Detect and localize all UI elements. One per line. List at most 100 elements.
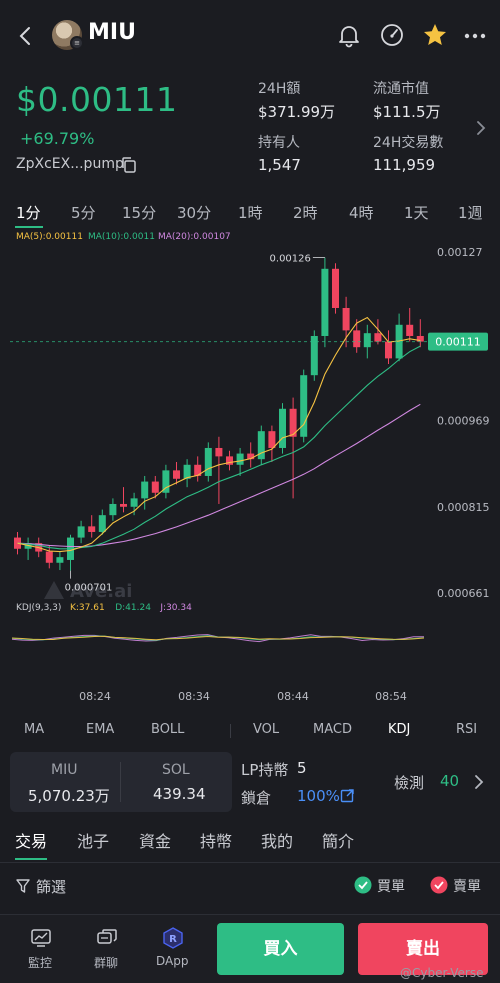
nav-monitor[interactable]: 監控: [24, 926, 60, 972]
kdj-label: KDJ(9,3,3): [16, 603, 61, 613]
timeframe-tab-1w[interactable]: 1週: [458, 202, 483, 223]
expand-stats-button[interactable]: [474, 118, 488, 138]
y-axis-tick-label: 0.000815: [437, 501, 490, 514]
candle-body: [88, 526, 96, 532]
timeframe-tab-2h[interactable]: 2時: [293, 202, 318, 223]
filter-button[interactable]: 篩選: [16, 876, 86, 896]
high-price-label: 0.00126: [270, 254, 311, 265]
check-circle-icon: [430, 876, 448, 894]
candle-body: [130, 498, 138, 507]
filter-icon: [16, 879, 30, 893]
candle-body: [374, 333, 382, 342]
copy-address-button[interactable]: [120, 156, 138, 174]
security-check-arrow[interactable]: [472, 772, 486, 792]
chevron-right-icon: [477, 121, 486, 135]
price-chart[interactable]: 0.001270.0009690.0008150.000661Ave.ai0.0…: [0, 240, 500, 710]
sell-orders-label: 賣單: [453, 879, 481, 895]
pool-quote-amount: 439.34: [153, 785, 206, 803]
x-axis-tick-label: 08:54: [375, 690, 407, 703]
candle-body: [257, 431, 265, 460]
gauge-button[interactable]: [379, 22, 405, 48]
candle-body: [332, 268, 339, 308]
price-change: +69.79%: [20, 129, 95, 148]
indicator-tab-macd[interactable]: MACD: [313, 722, 352, 737]
current-price-label: 0.00111: [435, 336, 481, 349]
nav-dapp[interactable]: R DApp: [152, 926, 194, 972]
x-axis-tick-label: 08:34: [178, 690, 210, 703]
favorite-button[interactable]: [421, 21, 449, 49]
timeframe-tab-1m[interactable]: 1分: [16, 202, 41, 223]
ma5-line: [17, 316, 421, 553]
stat-label-24h-volume: 24H額: [258, 81, 301, 97]
tab-intro[interactable]: 簡介: [322, 828, 354, 852]
indicator-tab-ma[interactable]: MA: [24, 722, 44, 737]
indicator-divider: [230, 724, 231, 738]
tab-pool[interactable]: 池子: [77, 828, 109, 852]
buy-button[interactable]: 買入: [217, 923, 344, 975]
candle-body: [279, 408, 286, 448]
candle-body: [268, 431, 276, 448]
candle-body: [120, 503, 127, 507]
candle-body: [406, 324, 414, 336]
more-button[interactable]: [463, 26, 487, 46]
candle-body: [109, 503, 117, 516]
y-axis-tick-label: 0.00127: [437, 246, 483, 259]
chain-badge-icon: ≡: [70, 36, 84, 50]
buy-orders-toggle[interactable]: 買單: [354, 875, 410, 897]
active-tab-indicator: [15, 226, 43, 228]
tab-trades[interactable]: 交易: [15, 828, 47, 852]
tab-funds[interactable]: 資金: [139, 828, 171, 852]
copy-icon: [122, 157, 136, 173]
external-link-icon[interactable]: [340, 788, 355, 803]
candle-body: [236, 453, 244, 465]
security-check-label[interactable]: 檢測: [394, 772, 424, 793]
indicator-tab-ema[interactable]: EMA: [86, 722, 114, 737]
tab-holdings[interactable]: 持幣: [200, 828, 232, 852]
monitor-icon: [31, 929, 51, 947]
candle-body: [45, 551, 53, 563]
x-axis-tick-label: 08:44: [277, 690, 309, 703]
timeframe-tab-1h[interactable]: 1時: [238, 202, 263, 223]
candle-body: [385, 341, 392, 359]
stat-label-market-cap: 流通市值: [373, 81, 429, 97]
timeframe-tab-1d[interactable]: 1天: [404, 202, 429, 223]
timeframe-tab-4h[interactable]: 4時: [349, 202, 374, 223]
security-check-score[interactable]: 40: [440, 772, 459, 790]
pool-base-amount: 5,070.23万: [28, 787, 110, 805]
candle-body: [353, 330, 361, 348]
x-axis-tick-label: 08:24: [79, 690, 111, 703]
low-price-label: 0.000701: [65, 583, 113, 594]
sell-orders-toggle[interactable]: 賣單: [430, 875, 486, 897]
pool-quote-name: SOL: [162, 762, 190, 778]
stat-label-24h-trades: 24H交易數: [373, 135, 444, 151]
candle-body: [342, 307, 350, 331]
back-button[interactable]: [14, 22, 38, 50]
gauge-icon: [381, 24, 403, 46]
indicator-tab-rsi[interactable]: RSI: [456, 722, 477, 737]
chevron-left-icon: [19, 27, 30, 45]
token-price: $0.00111: [16, 80, 178, 119]
candle-body: [173, 470, 180, 479]
ave-logo-icon: [44, 581, 64, 599]
svg-text:R: R: [169, 934, 177, 945]
lock-value[interactable]: 100%: [297, 787, 340, 805]
candle-body: [416, 335, 424, 342]
indicator-tab-kdj[interactable]: KDJ: [388, 722, 410, 737]
pool-base-name: MIU: [51, 762, 78, 778]
stat-value-holders: 1,547: [258, 156, 301, 174]
nav-dapp-label: DApp: [156, 954, 189, 968]
alert-button[interactable]: [336, 22, 362, 48]
candle-body: [321, 268, 329, 336]
kdj-value-1: D:41.24: [115, 603, 151, 613]
timeframe-tab-15m[interactable]: 15分: [122, 202, 156, 223]
candle-body: [151, 481, 159, 493]
timeframe-tab-30m[interactable]: 30分: [177, 202, 211, 223]
bell-icon: [339, 26, 359, 48]
active-main-tab-indicator: [15, 858, 47, 860]
indicator-tab-boll[interactable]: BOLL: [151, 722, 184, 737]
dapp-icon: R: [163, 927, 183, 949]
timeframe-tab-5m[interactable]: 5分: [71, 202, 96, 223]
indicator-tab-vol[interactable]: VOL: [253, 722, 279, 737]
nav-group-chat[interactable]: 群聊: [90, 926, 126, 972]
tab-mine[interactable]: 我的: [261, 828, 293, 852]
